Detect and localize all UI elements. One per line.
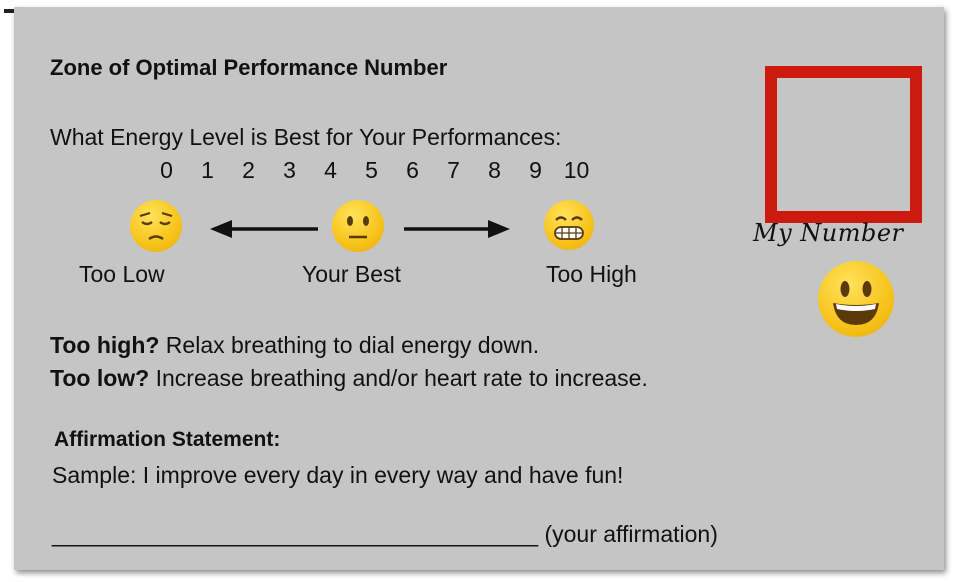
performance-card: Zone of Optimal Performance Number What … [14, 7, 944, 570]
scale-number: 8 [488, 157, 501, 183]
too-low-tip-text: Increase breathing and/or heart rate to … [149, 365, 648, 391]
scale-number: 0 [160, 157, 173, 183]
scale-number: 7 [447, 157, 460, 183]
neutral-face-icon [332, 200, 384, 252]
energy-question: What Energy Level is Best for Your Perfo… [50, 124, 562, 150]
affirmation-suffix: (your affirmation) [538, 521, 718, 547]
scale-number: 9 [529, 157, 542, 183]
pensive-face-icon [130, 200, 182, 252]
too-low-tip-bold: Too low? [50, 365, 150, 391]
top-edge-mark [4, 0, 66, 13]
too-high-tip-bold: Too high? [50, 332, 160, 358]
left-arrow-icon [210, 220, 318, 238]
scale-number: 6 [406, 157, 419, 183]
scale-number: 5 [365, 157, 378, 183]
breathing-tips: Too high? Relax breathing to dial energy… [50, 329, 648, 395]
your-best-label: Your Best [302, 261, 401, 287]
too-high-tip-text: Relax breathing to dial energy down. [159, 332, 540, 358]
my-number-box[interactable] [765, 66, 922, 223]
my-number-label: My Number [753, 219, 904, 247]
affirmation-sample: Sample: I improve every day in every way… [52, 462, 624, 488]
scale-number: 4 [324, 157, 337, 183]
affirmation-heading: Affirmation Statement: [54, 428, 281, 451]
scale-number: 2 [242, 157, 255, 183]
affirmation-blank-line[interactable]: ______________________________________ (… [52, 521, 718, 548]
energy-scale: 0 1 2 3 4 5 6 7 8 9 10 [146, 157, 597, 184]
right-arrow-icon [404, 220, 510, 238]
affirmation-blank: ______________________________________ [52, 521, 539, 547]
card-title: Zone of Optimal Performance Number [50, 55, 448, 80]
grimacing-face-icon [544, 200, 594, 250]
too-high-tip: Too high? Relax breathing to dial energy… [50, 329, 648, 362]
scale-number: 3 [283, 157, 296, 183]
too-high-label: Too High [546, 261, 637, 287]
smiley-face-icon [818, 261, 894, 337]
scale-number: 10 [563, 157, 590, 183]
too-low-label: Too Low [79, 261, 165, 287]
too-low-tip: Too low? Increase breathing and/or heart… [50, 362, 648, 395]
scale-number: 1 [201, 157, 214, 183]
